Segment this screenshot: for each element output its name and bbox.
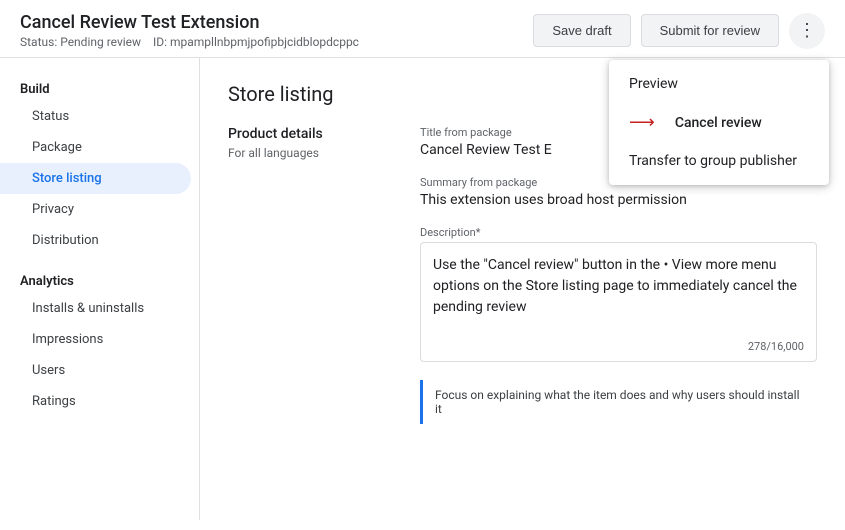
more-icon: ⋮ xyxy=(798,20,816,41)
more-options-button[interactable]: ⋮ xyxy=(789,13,825,49)
description-field-label: Description* xyxy=(420,226,817,239)
sidebar-item-privacy[interactable]: Privacy xyxy=(0,194,191,225)
header-left: Cancel Review Test Extension Status: Pen… xyxy=(20,12,359,49)
dropdown-menu: Preview ⟶ Cancel review Transfer to grou… xyxy=(609,60,829,185)
cancel-review-label: Cancel review xyxy=(675,115,762,131)
focus-hint: Focus on explaining what the item does a… xyxy=(420,380,817,424)
sidebar-build-title: Build xyxy=(0,74,199,101)
id-text: ID: mpampllnbpmjpofipbjcidblopdcppc xyxy=(153,35,359,49)
header-actions: Save draft Submit for review ⋮ xyxy=(533,13,825,49)
header-subtitle: Status: Pending review ID: mpampllnbpmjp… xyxy=(20,35,359,49)
description-counter: 278/16,000 xyxy=(748,340,804,353)
sidebar-item-package[interactable]: Package xyxy=(0,132,191,163)
product-details-title: Product details xyxy=(228,126,388,142)
submit-review-button[interactable]: Submit for review xyxy=(641,14,779,47)
dropdown-item-preview[interactable]: Preview xyxy=(609,66,829,102)
product-details-sub: For all languages xyxy=(228,146,388,160)
sidebar-item-users[interactable]: Users xyxy=(0,355,191,386)
sidebar-analytics-title: Analytics xyxy=(0,266,199,293)
sidebar-item-installs[interactable]: Installs & uninstalls xyxy=(0,293,191,324)
page-title: Cancel Review Test Extension xyxy=(20,12,359,33)
summary-field-value: This extension uses broad host permissio… xyxy=(420,192,817,208)
sidebar-item-distribution[interactable]: Distribution xyxy=(0,225,191,256)
description-text: Use the "Cancel review" button in the • … xyxy=(433,255,804,318)
status-text: Status: Pending review xyxy=(20,35,141,49)
dropdown-item-transfer[interactable]: Transfer to group publisher xyxy=(609,143,829,179)
sidebar-item-impressions[interactable]: Impressions xyxy=(0,324,191,355)
dropdown-item-cancel-review[interactable]: ⟶ Cancel review xyxy=(609,102,829,143)
description-field-group: Description* Use the "Cancel review" but… xyxy=(420,226,817,362)
arrow-icon: ⟶ xyxy=(629,112,655,133)
header: Cancel Review Test Extension Status: Pen… xyxy=(0,0,845,58)
sidebar-item-ratings[interactable]: Ratings xyxy=(0,386,191,417)
save-draft-button[interactable]: Save draft xyxy=(533,14,630,47)
transfer-label: Transfer to group publisher xyxy=(629,153,797,169)
preview-label: Preview xyxy=(629,76,678,92)
description-box[interactable]: Use the "Cancel review" button in the • … xyxy=(420,242,817,362)
sidebar: Build Status Package Store listing Priva… xyxy=(0,58,200,520)
sidebar-item-status[interactable]: Status xyxy=(0,101,191,132)
product-label-col: Product details For all languages xyxy=(228,126,388,424)
sidebar-item-store-listing[interactable]: Store listing xyxy=(0,163,191,194)
